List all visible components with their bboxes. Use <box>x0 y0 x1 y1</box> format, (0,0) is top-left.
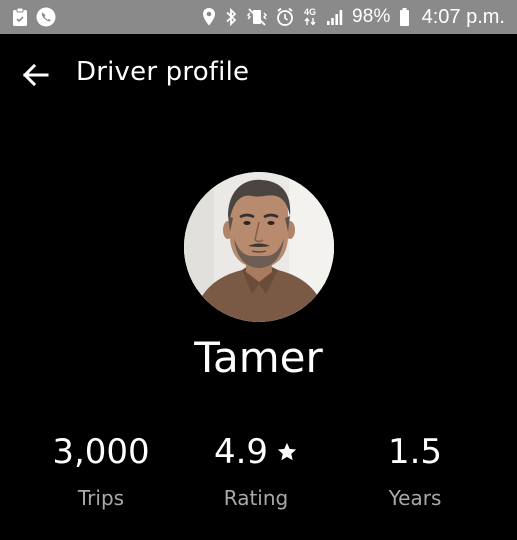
back-button[interactable] <box>18 60 52 90</box>
star-icon <box>276 441 298 463</box>
years-label: Years <box>388 486 442 510</box>
rating-value-wrapper: 4.9 <box>214 430 298 474</box>
clock-time: 4:07 p.m. <box>421 5 505 28</box>
data-arrows-icon: 4G <box>302 7 318 27</box>
stat-years: 1.5 Years <box>340 430 490 510</box>
stat-rating: 4.9 Rating <box>181 430 331 510</box>
stat-trips: 3,000 Trips <box>26 430 176 510</box>
trips-value: 3,000 <box>52 432 150 472</box>
status-bar: 4G 98% 4:07 p.m. <box>0 0 517 34</box>
phone-call-icon <box>36 7 56 27</box>
battery-percent: 98% <box>351 6 391 27</box>
driver-photo <box>184 172 334 322</box>
battery-icon <box>399 7 410 27</box>
alarm-icon <box>276 7 294 27</box>
status-bar-left <box>12 7 56 27</box>
location-pin-icon <box>202 7 216 27</box>
driver-avatar <box>184 172 334 322</box>
years-value: 1.5 <box>387 432 443 472</box>
clipboard-icon <box>12 7 28 27</box>
rating-label: Rating <box>223 486 289 510</box>
page-title: Driver profile <box>76 57 250 87</box>
driver-profile-screen: 4G 98% 4:07 p.m. Driver profile Tamer 3,… <box>0 0 517 540</box>
rating-value: 4.9 <box>213 432 269 472</box>
arrow-left-icon <box>21 63 49 87</box>
status-bar-right: 4G 98% 4:07 p.m. <box>202 6 505 29</box>
driver-name: Tamer <box>194 333 323 382</box>
bluetooth-icon <box>224 7 238 27</box>
signal-icon <box>326 7 344 27</box>
vibrate-icon <box>246 7 268 27</box>
trips-label: Trips <box>77 486 125 510</box>
app-bar: Driver profile <box>0 34 517 114</box>
